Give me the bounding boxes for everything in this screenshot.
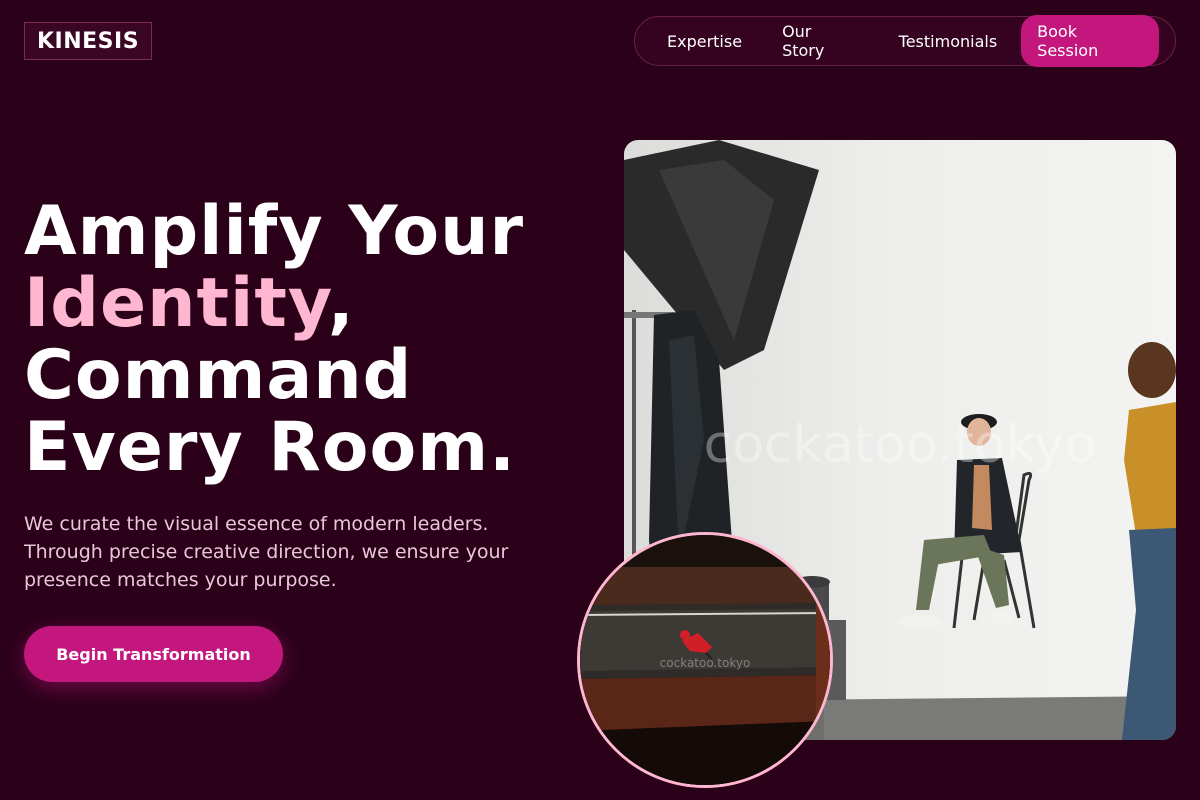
hero-subtitle: We curate the visual essence of modern l…	[24, 513, 509, 591]
nav-item-our-story[interactable]: Our Story	[762, 15, 879, 67]
headline-line-4: Every Room.	[24, 408, 516, 487]
inset-watermark: cockatoo.tokyo	[660, 656, 751, 670]
hero-headline: Amplify Your Identity, Command Every Roo…	[24, 196, 524, 484]
main-watermark: cockatoo.tokyo	[704, 415, 1097, 475]
book-session-button[interactable]: Book Session	[1021, 15, 1159, 67]
begin-transformation-button[interactable]: Begin Transformation	[24, 626, 283, 682]
main-nav: Expertise Our Story Testimonials Book Se…	[634, 15, 1176, 67]
theater-inset-photo: cockatoo.tokyo	[577, 532, 833, 788]
headline-line-3: Command	[24, 336, 413, 415]
nav-item-expertise[interactable]: Expertise	[647, 25, 762, 58]
nav-item-testimonials[interactable]: Testimonials	[879, 25, 1018, 58]
headline-line-1: Amplify Your	[24, 192, 525, 271]
headline-comma: ,	[327, 264, 355, 343]
brand-logo[interactable]: KINESIS	[24, 22, 153, 60]
headline-accent-word: Identity	[24, 264, 328, 343]
